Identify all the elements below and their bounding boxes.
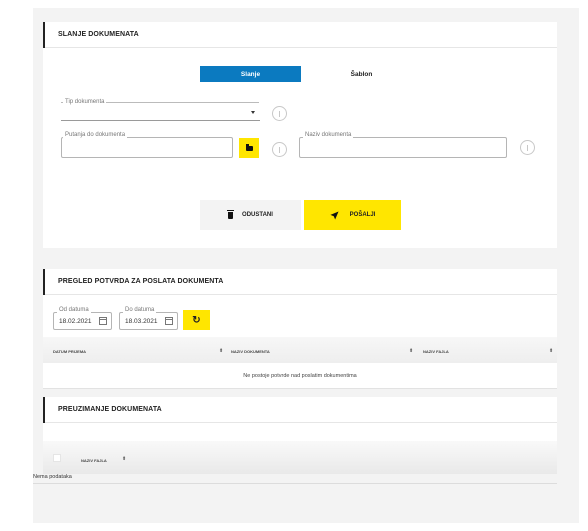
date-to-value: 18.03.2021 bbox=[125, 318, 158, 325]
column-header-document-name[interactable]: NAZIV DOKUMENTA bbox=[231, 349, 270, 354]
date-from-label: Od datuma bbox=[57, 307, 91, 313]
section-title: PREGLED POTVRDA ZA POSLATA DOKUMENTA bbox=[58, 278, 224, 285]
column-header-received-date[interactable]: DATUM PRIJEMA bbox=[53, 349, 86, 354]
calendar-icon[interactable] bbox=[99, 317, 107, 325]
info-icon[interactable] bbox=[272, 106, 287, 121]
cancel-button[interactable]: ODUSTANI bbox=[200, 200, 301, 230]
download-documents-card: PREUZIMANJE DOKUMENATA NAZIV FAJLA ⬍ bbox=[43, 397, 557, 474]
doc-type-select[interactable] bbox=[61, 106, 260, 121]
doc-type-label: Tip dokumenta bbox=[63, 99, 107, 105]
select-all-checkbox[interactable] bbox=[53, 454, 61, 462]
doc-name-input[interactable] bbox=[299, 137, 507, 158]
cancel-button-label: ODUSTANI bbox=[242, 212, 273, 218]
tab-slanje[interactable]: Slanje bbox=[200, 66, 301, 82]
browse-folder-button[interactable] bbox=[239, 138, 259, 158]
doc-name-label: Naziv dokumenta bbox=[303, 132, 354, 138]
send-documents-card: SLANJE DOKUMENATA Slanje Šablon Tip doku… bbox=[43, 22, 557, 248]
sort-icon[interactable]: ⬍ bbox=[549, 348, 553, 354]
section-header-bar bbox=[43, 269, 45, 295]
date-to-label: Do datuma bbox=[123, 307, 157, 313]
send-button-label: POŠALJI bbox=[349, 212, 376, 218]
doc-path-input[interactable] bbox=[61, 137, 233, 158]
chevron-down-icon bbox=[251, 111, 255, 114]
tab-sablon[interactable]: Šablon bbox=[311, 66, 412, 82]
calendar-icon[interactable] bbox=[165, 317, 173, 325]
sort-icon[interactable]: ⬍ bbox=[122, 456, 126, 462]
section-header-bar bbox=[43, 397, 45, 423]
section-title: PREUZIMANJE DOKUMENATA bbox=[58, 406, 162, 413]
trash-icon bbox=[227, 209, 235, 219]
section-header: PREUZIMANJE DOKUMENATA bbox=[43, 397, 557, 423]
sort-icon[interactable]: ⬍ bbox=[219, 348, 223, 354]
info-icon[interactable] bbox=[272, 142, 287, 157]
doc-path-label: Putanja do dokumenta bbox=[63, 132, 128, 138]
receipts-card: PREGLED POTVRDA ZA POSLATA DOKUMENTA Od … bbox=[43, 269, 557, 389]
folder-icon bbox=[245, 143, 253, 151]
section-header: PREGLED POTVRDA ZA POSLATA DOKUMENTA bbox=[43, 269, 557, 295]
column-header-file-name[interactable]: NAZIV FAJLA bbox=[423, 349, 449, 354]
divider bbox=[33, 483, 557, 484]
table-header bbox=[43, 441, 557, 474]
send-icon bbox=[330, 210, 339, 220]
info-icon[interactable] bbox=[520, 140, 535, 155]
section-header: SLANJE DOKUMENATA bbox=[43, 22, 557, 48]
date-from-value: 18.02.2021 bbox=[59, 318, 92, 325]
section-title: SLANJE DOKUMENATA bbox=[58, 31, 139, 38]
empty-state-message: Ne postoje potvrde nad poslatim dokument… bbox=[43, 363, 557, 389]
table-header bbox=[43, 337, 557, 363]
section-header-bar bbox=[43, 22, 45, 48]
send-button[interactable]: POŠALJI bbox=[304, 200, 401, 230]
refresh-icon: ↻ bbox=[192, 314, 201, 326]
column-header-file-name[interactable]: NAZIV FAJLA bbox=[81, 458, 107, 463]
empty-state-message: Nema podataka bbox=[33, 474, 72, 480]
refresh-button[interactable]: ↻ bbox=[183, 310, 210, 330]
sort-icon[interactable]: ⬍ bbox=[409, 348, 413, 354]
